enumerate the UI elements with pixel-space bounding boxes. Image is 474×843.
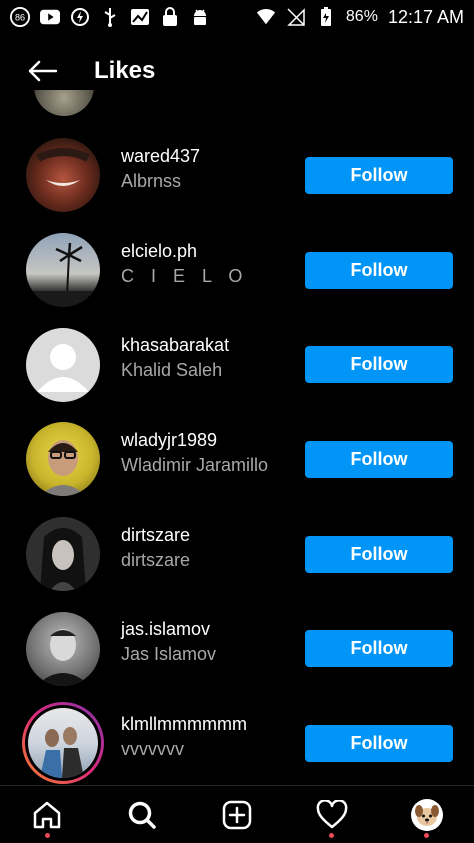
fullname: Khalid Saleh [121,360,223,381]
follow-button[interactable]: Follow [305,156,453,194]
notification-dot [329,832,335,838]
status-right: 86% 12:17 AM [256,7,464,28]
profile-avatar [410,798,443,831]
fullname: C I E L O [121,265,249,286]
names: wared437 Albrnss [121,144,200,194]
names: dirtszare dirtszare [121,523,190,573]
list-item[interactable]: wladyjr1989 Wladimir Jaramillo Follow [0,412,474,507]
android-icon [190,7,210,27]
names: khasabarakat Khalid Saleh [121,333,229,383]
avatar[interactable] [26,611,100,686]
battery-percent: 86% [345,8,378,25]
username[interactable]: wared437 [121,144,200,168]
no-signal-icon [286,7,306,27]
svg-text:86: 86 [15,13,25,23]
names: klmllmmmmmm vvvvvvv [121,712,247,762]
names: jas.islamov Jas Islamov [121,617,216,667]
nav-search[interactable] [112,790,172,840]
status-left: 86 [10,7,210,27]
username[interactable]: dirtszare [121,523,190,547]
home-icon [34,801,61,828]
page-title: Likes [94,57,156,84]
dog-face-icon [414,804,439,826]
lock-icon [160,7,180,27]
follow-button[interactable]: Follow [305,724,453,762]
list-item[interactable]: jas.islamov Jas Islamov Follow [0,601,474,696]
nav-profile[interactable] [397,790,457,840]
new-post-icon [222,800,252,829]
username[interactable]: jas.islamov [121,617,216,641]
list-item[interactable]: khasabarakat Khalid Saleh Follow [0,317,474,412]
heart-icon [316,799,348,828]
follow-button[interactable]: Follow [305,251,453,289]
usb-icon [100,7,120,27]
follow-button[interactable]: Follow [305,535,453,573]
wifi-icon [256,7,276,27]
avatar[interactable] [26,233,100,308]
username[interactable]: elcielo.ph [121,239,248,263]
back-arrow-icon [28,60,57,82]
likes-list: wared437 Albrnss Follow elcielo.ph C I E… [0,128,474,791]
fullname: vvvvvvv [121,739,184,760]
fullname: Albrnss [121,171,182,191]
list-item[interactable]: elcielo.ph C I E L O Follow [0,223,474,318]
bottom-nav [0,785,474,843]
nav-new-post[interactable] [207,790,267,840]
partial-avatar[interactable] [34,90,94,116]
follow-button[interactable]: Follow [305,440,453,478]
names: elcielo.ph C I E L O [121,239,248,289]
search-icon [128,801,156,829]
clock: 12:17 AM [387,6,464,27]
battery-icon [316,7,336,27]
username[interactable]: klmllmmmmmm [121,712,247,736]
list-item[interactable]: dirtszare dirtszare Follow [0,507,474,602]
story-ring-avatar[interactable] [22,702,104,785]
follow-button[interactable]: Follow [305,630,453,668]
nav-home[interactable] [17,790,77,840]
username[interactable]: wladyjr1989 [121,428,268,452]
nav-activity[interactable] [302,790,362,840]
follow-button[interactable]: Follow [305,346,453,384]
status-bar: 86 86% 12:17 AM [0,0,474,34]
fullname: Wladimir Jaramillo [121,455,269,476]
avatar[interactable] [26,422,100,497]
avatar[interactable] [26,327,100,402]
avatar[interactable] [26,138,100,213]
username[interactable]: khasabarakat [121,333,229,357]
default-avatar-icon [37,343,89,392]
names: wladyjr1989 Wladimir Jaramillo [121,428,268,478]
image-icon [130,7,150,27]
fullname: Jas Islamov [121,644,217,665]
data-saver-icon [70,7,90,27]
list-item[interactable]: wared437 Albrnss Follow [0,128,474,223]
avatar[interactable] [26,517,100,592]
notification-dot [424,832,430,838]
youtube-icon [40,7,60,27]
notification-count-icon: 86 [10,7,30,27]
notification-dot [44,832,50,838]
list-item[interactable]: klmllmmmmmm vvvvvvv Follow [0,696,474,791]
fullname: dirtszare [121,549,191,570]
